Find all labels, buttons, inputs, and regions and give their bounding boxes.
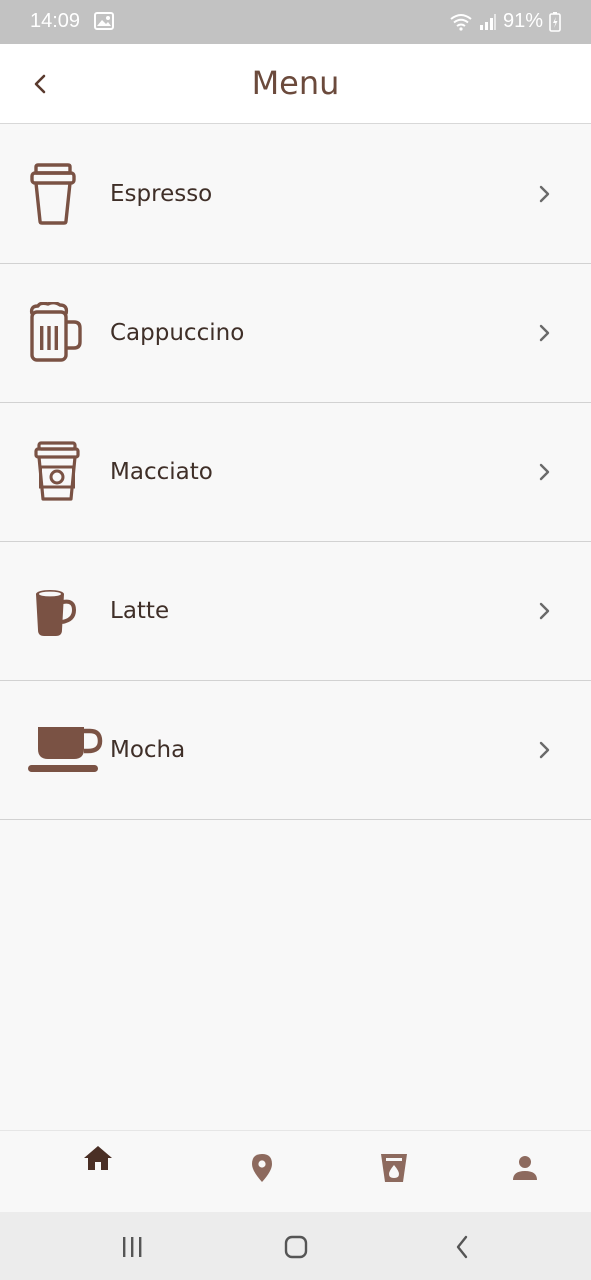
system-back-button[interactable]	[442, 1232, 482, 1262]
menu-item-label: Macciato	[110, 459, 213, 485]
chevron-right-icon	[537, 461, 553, 483]
system-nav-bar	[0, 1212, 591, 1280]
status-indicators: 91%	[449, 10, 561, 33]
battery-level: 91%	[502, 10, 543, 32]
menu-item-label: Cappuccino	[110, 320, 245, 346]
chevron-right-icon	[537, 739, 553, 761]
home-icon	[84, 1146, 112, 1170]
back-arrow-icon	[456, 1235, 468, 1259]
cup-saucer-icon	[28, 719, 104, 781]
chevron-right-icon	[537, 600, 553, 622]
status-time: 14:09	[30, 10, 81, 32]
mug-icon	[26, 580, 102, 642]
menu-item-latte[interactable]: Latte	[0, 542, 591, 681]
menu-list: Espresso Cappuccino Macciato Latte Mocha	[0, 125, 591, 820]
paper-cup-icon	[26, 441, 102, 503]
home-button[interactable]	[276, 1232, 316, 1262]
battery-charging-icon	[549, 11, 561, 32]
location-pin-icon	[252, 1154, 272, 1182]
person-icon	[513, 1156, 537, 1180]
menu-item-label: Mocha	[110, 737, 186, 763]
menu-item-espresso[interactable]: Espresso	[0, 125, 591, 264]
bottom-nav	[0, 1130, 591, 1212]
nav-orders[interactable]	[364, 1138, 424, 1198]
nav-profile[interactable]	[495, 1138, 555, 1198]
signal-icon	[479, 13, 497, 31]
chevron-right-icon	[537, 183, 553, 205]
nav-location[interactable]	[232, 1138, 292, 1198]
menu-item-label: Latte	[110, 598, 170, 624]
menu-item-label: Espresso	[110, 181, 213, 207]
gallery-icon	[94, 12, 114, 30]
recent-apps-icon	[123, 1237, 142, 1257]
takeaway-cup-icon	[26, 163, 102, 225]
beer-mug-icon	[26, 302, 102, 364]
nav-home[interactable]	[68, 1128, 128, 1188]
recent-apps-button[interactable]	[112, 1232, 152, 1262]
wifi-icon	[449, 13, 473, 31]
page-title: Menu	[251, 64, 340, 102]
chevron-right-icon	[537, 322, 553, 344]
status-bar: 14:09 91%	[0, 0, 591, 44]
menu-item-mocha[interactable]: Mocha	[0, 681, 591, 820]
menu-item-cappuccino[interactable]: Cappuccino	[0, 264, 591, 403]
home-circle-icon	[284, 1235, 308, 1259]
app-bar: Menu	[0, 44, 591, 124]
cup-icon	[381, 1154, 407, 1182]
menu-item-macciato[interactable]: Macciato	[0, 403, 591, 542]
